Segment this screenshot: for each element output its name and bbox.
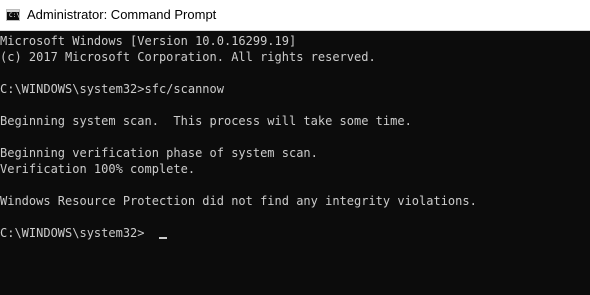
console-line-result: Windows Resource Protection did not find… bbox=[0, 194, 477, 208]
console-output[interactable]: Microsoft Windows [Version 10.0.16299.19… bbox=[0, 31, 590, 295]
title-bar[interactable]: C:\ Administrator: Command Prompt bbox=[0, 0, 590, 31]
command-prompt-window: C:\ Administrator: Command Prompt Micros… bbox=[0, 0, 590, 295]
console-line-version: Microsoft Windows [Version 10.0.16299.19… bbox=[0, 34, 297, 48]
cmd-icon-glyph: C:\ bbox=[9, 12, 20, 19]
console-line-scan-start: Beginning system scan. This process will… bbox=[0, 114, 412, 128]
window-title: Administrator: Command Prompt bbox=[27, 7, 217, 22]
cmd-icon[interactable]: C:\ bbox=[6, 9, 20, 21]
console-line-verification-complete: Verification 100% complete. bbox=[0, 162, 196, 176]
text-cursor bbox=[159, 237, 167, 239]
console-line-verification-phase: Beginning verification phase of system s… bbox=[0, 146, 318, 160]
console-line-copyright: (c) 2017 Microsoft Corporation. All righ… bbox=[0, 50, 376, 64]
console-line-command: C:\WINDOWS\system32>sfc/scannow bbox=[0, 82, 224, 96]
console-prompt[interactable]: C:\WINDOWS\system32> bbox=[0, 225, 145, 241]
